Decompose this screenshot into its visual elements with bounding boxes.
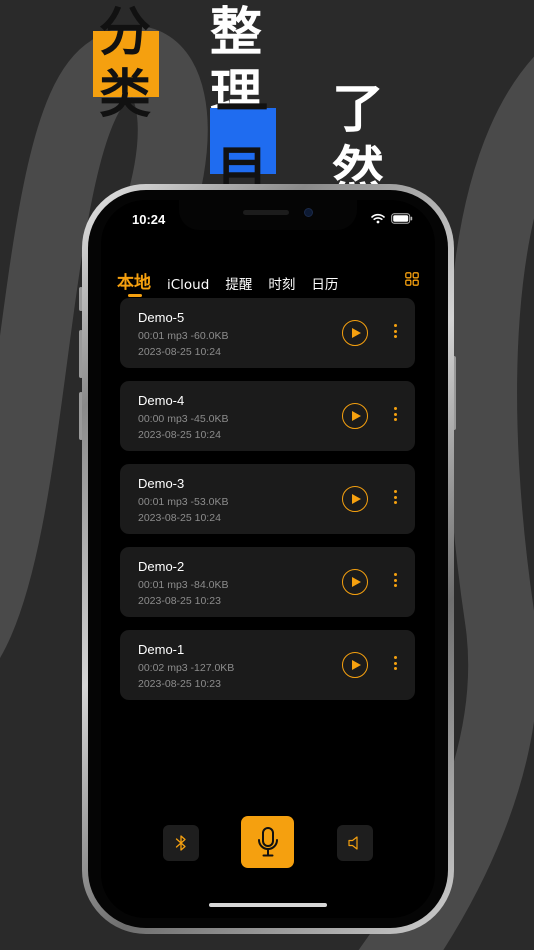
tab-calendar[interactable]: 日历 — [311, 273, 338, 293]
play-button[interactable] — [342, 652, 368, 678]
wifi-icon — [371, 213, 385, 224]
recording-item[interactable]: Demo-2 00:01 mp3 -84.0KB 2023-08-25 10:2… — [120, 547, 415, 617]
headline-highlight-1: 分类 — [93, 3, 160, 125]
microphone-icon — [257, 827, 278, 857]
speaker-icon — [348, 836, 358, 850]
more-options-icon[interactable] — [392, 407, 398, 425]
front-camera — [304, 208, 313, 217]
bluetooth-button[interactable] — [163, 825, 199, 861]
grid-icon[interactable] — [405, 272, 419, 286]
more-options-icon[interactable] — [392, 656, 398, 674]
recording-item[interactable]: Demo-3 00:01 mp3 -53.0KB 2023-08-25 10:2… — [120, 464, 415, 534]
play-button[interactable] — [342, 486, 368, 512]
recording-date: 2023-08-25 10:23 — [138, 595, 221, 607]
battery-icon — [391, 213, 413, 224]
more-options-icon[interactable] — [392, 324, 398, 342]
play-button[interactable] — [342, 403, 368, 429]
recording-meta: 00:01 mp3 -60.0KB — [138, 330, 229, 342]
speaker-button[interactable] — [337, 825, 373, 861]
recording-meta: 00:01 mp3 -53.0KB — [138, 496, 229, 508]
headline-highlight-2: 一目 — [210, 80, 277, 202]
tab-icloud[interactable]: iCloud — [167, 277, 209, 293]
recording-date: 2023-08-25 10:24 — [138, 512, 221, 524]
home-indicator[interactable] — [209, 903, 327, 907]
status-icons — [371, 213, 413, 224]
recording-meta: 00:01 mp3 -84.0KB — [138, 579, 229, 591]
recording-item[interactable]: Demo-5 00:01 mp3 -60.0KB 2023-08-25 10:2… — [120, 298, 415, 368]
more-options-icon[interactable] — [392, 573, 398, 591]
tab-bar: 本地 iCloud 提醒 时刻 日历 — [117, 268, 354, 293]
recording-item[interactable]: Demo-4 00:00 mp3 -45.0KB 2023-08-25 10:2… — [120, 381, 415, 451]
tab-reminders[interactable]: 提醒 — [225, 273, 252, 293]
earpiece-speaker — [243, 210, 289, 215]
bluetooth-icon — [175, 835, 186, 851]
play-button[interactable] — [342, 569, 368, 595]
active-tab-indicator — [128, 294, 142, 297]
tab-moments[interactable]: 时刻 — [268, 273, 295, 293]
record-button[interactable] — [241, 816, 294, 868]
recording-title: Demo-4 — [138, 393, 185, 408]
status-time: 10:24 — [132, 212, 166, 227]
recording-item[interactable]: Demo-1 00:02 mp3 -127.0KB 2023-08-25 10:… — [120, 630, 415, 700]
recording-title: Demo-3 — [138, 476, 185, 491]
notch — [179, 200, 357, 230]
more-options-icon[interactable] — [392, 490, 398, 508]
tab-local[interactable]: 本地 — [117, 268, 151, 293]
recording-meta: 00:00 mp3 -45.0KB — [138, 413, 229, 425]
recording-meta: 00:02 mp3 -127.0KB — [138, 662, 235, 674]
recording-title: Demo-2 — [138, 559, 185, 574]
play-button[interactable] — [342, 320, 368, 346]
recording-date: 2023-08-25 10:24 — [138, 429, 221, 441]
recording-title: Demo-1 — [138, 642, 185, 657]
headline-text-2: 了然 — [332, 80, 387, 202]
recording-title: Demo-5 — [138, 310, 185, 325]
phone-screen: 10:24 本地 iCloud 提醒 时刻 日历 Demo-5 00:01 mp… — [101, 200, 435, 918]
recording-date: 2023-08-25 10:24 — [138, 346, 221, 358]
recording-date: 2023-08-25 10:23 — [138, 678, 221, 690]
